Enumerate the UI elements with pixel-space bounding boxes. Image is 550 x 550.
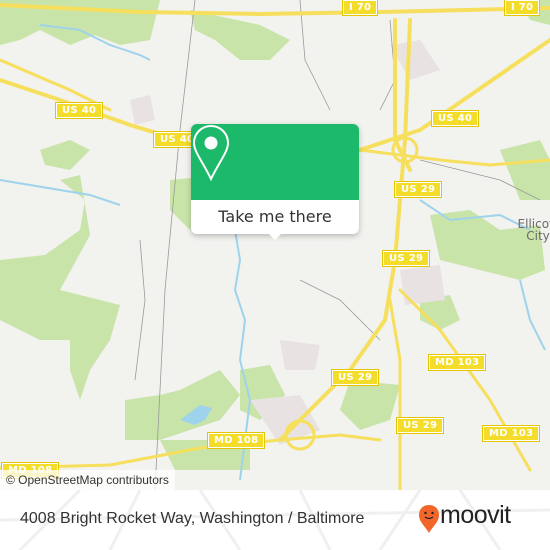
popup-pointer xyxy=(267,232,283,240)
highway-md103 xyxy=(398,288,532,472)
road-shield-us29: US 29 xyxy=(381,250,431,267)
road-shield-md103: MD 103 xyxy=(427,354,487,371)
park-area xyxy=(0,175,120,400)
place-label-ellicott-city: Ellicott City xyxy=(517,217,550,243)
road-shield-us40: US 40 xyxy=(430,110,480,127)
urban-area xyxy=(130,95,155,125)
road-shield-i70: I 70 xyxy=(503,0,541,16)
road-shield-us29: US 29 xyxy=(330,369,380,386)
park-area xyxy=(500,140,550,200)
take-me-there-button[interactable]: Take me there xyxy=(191,200,359,234)
map[interactable]: I 70 I 70 US 40 US 40 US 40 US 29 US 29 … xyxy=(0,0,550,490)
park-area xyxy=(190,10,290,60)
road-shield-md108: MD 108 xyxy=(206,432,266,449)
minor-road xyxy=(299,279,381,341)
map-attribution[interactable]: © OpenStreetMap contributors xyxy=(0,470,175,490)
urban-area xyxy=(390,40,440,80)
stream xyxy=(0,179,121,206)
urban-area xyxy=(280,340,320,370)
moovit-logo[interactable]: moovit xyxy=(418,501,511,534)
road-shield-us29: US 29 xyxy=(395,417,445,434)
footer: 4008 Bright Rocket Way, Washington / Bal… xyxy=(0,490,550,550)
park-area xyxy=(40,140,90,170)
urban-area xyxy=(400,265,445,305)
road-shield-us29: US 29 xyxy=(393,181,443,198)
moovit-pin-icon xyxy=(419,505,439,533)
location-popup: Take me there xyxy=(191,124,359,240)
minor-road xyxy=(379,19,396,111)
park-area xyxy=(125,370,240,440)
road-shield-us40: US 40 xyxy=(54,102,104,119)
popup-header xyxy=(191,124,359,200)
minor-road xyxy=(134,239,146,381)
stream xyxy=(519,279,546,351)
map-pin-icon xyxy=(192,124,230,182)
road-shield-i70: I 70 xyxy=(341,0,379,16)
minor-road xyxy=(299,0,331,111)
park-area xyxy=(340,380,400,430)
address-text: 4008 Bright Rocket Way, Washington / Bal… xyxy=(20,510,365,527)
brand-name: moovit xyxy=(440,501,511,529)
road-shield-md103: MD 103 xyxy=(481,425,541,442)
map-tiles xyxy=(0,0,550,490)
